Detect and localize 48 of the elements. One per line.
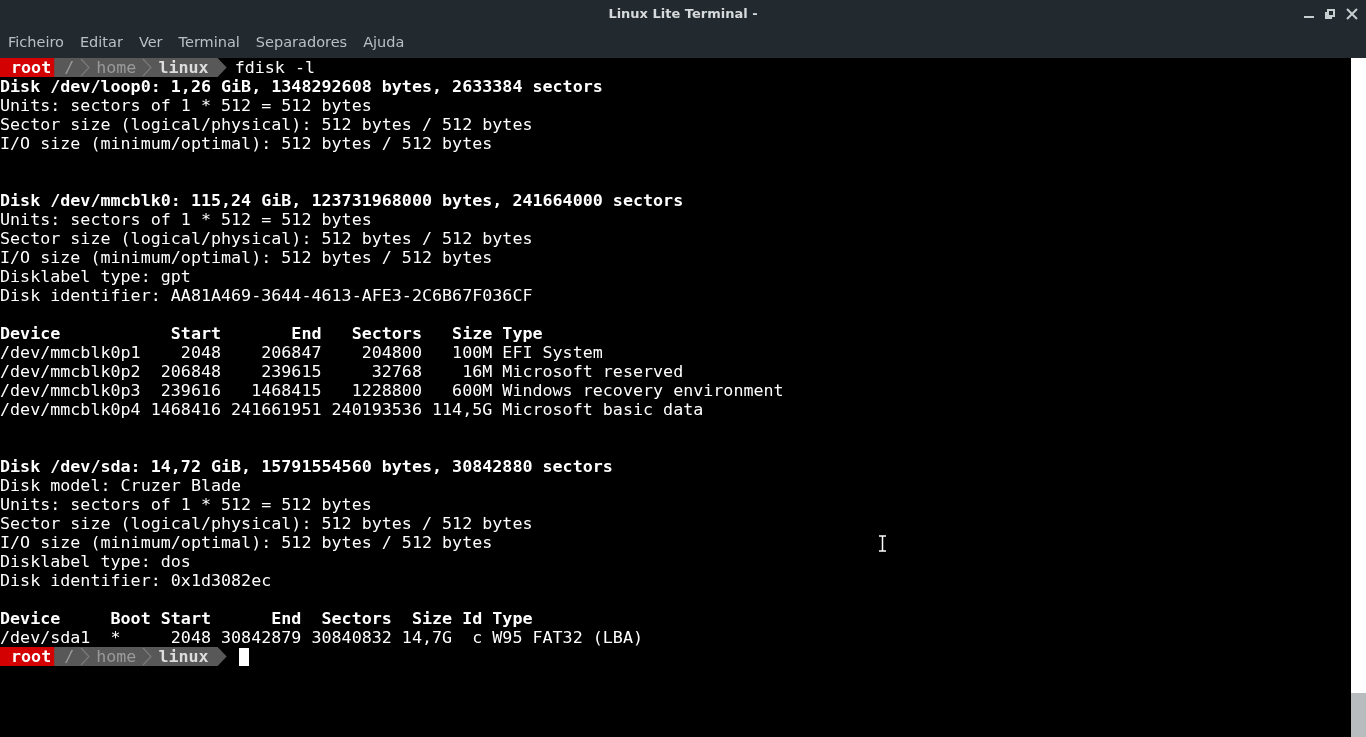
output-line: /dev/mmcblk0p2 206848 239615 32768 16M Microsoft reserved bbox=[0, 361, 684, 381]
scrollbar-thumb[interactable] bbox=[1351, 693, 1366, 737]
output-line: Device Boot Start End Sectors Size Id Type bbox=[0, 608, 533, 628]
output-line: Units: sectors of 1 * 512 = 512 bytes bbox=[0, 209, 372, 229]
output-line: Disk /dev/loop0: 1,26 GiB, 1348292608 bytes, 2633384 sectors bbox=[0, 76, 603, 96]
output-line: Sector size (logical/physical): 512 bytes / 512 bytes bbox=[0, 228, 533, 248]
path-label: home bbox=[96, 647, 137, 666]
output-line: Sector size (logical/physical): 512 bytes / 512 bytes bbox=[0, 513, 533, 533]
output-line: Disklabel type: gpt bbox=[0, 266, 191, 286]
chevron-icon bbox=[80, 58, 91, 77]
path-label: linux bbox=[158, 647, 209, 666]
menu-item[interactable]: Ajuda bbox=[355, 27, 413, 58]
output-line: /dev/mmcblk0p4 1468416 241661951 240193536 114,5G Microsoft basic data bbox=[0, 399, 704, 419]
output-line: /dev/sda1 * 2048 30842879 30840832 14,7G c W95 FAT32 (LBA) bbox=[0, 627, 643, 647]
minimize-icon bbox=[1304, 16, 1314, 18]
text-cursor-icon bbox=[878, 535, 887, 552]
chevron-icon bbox=[80, 647, 91, 666]
path-label: linux bbox=[158, 58, 209, 77]
output-line: /dev/mmcblk0p1 2048 206847 204800 100M EFI System bbox=[0, 342, 603, 362]
menu-item[interactable]: Terminal bbox=[170, 27, 248, 58]
output-line: Disklabel type: dos bbox=[0, 551, 191, 571]
chevron-icon bbox=[142, 647, 153, 666]
output-line: Sector size (logical/physical): 512 bytes / 512 bytes bbox=[0, 114, 533, 134]
output-line: I/O size (minimum/optimal): 512 bytes / 512 bytes bbox=[0, 532, 493, 552]
command-text: fdisk -l bbox=[234, 58, 316, 77]
output-line: /dev/mmcblk0p3 239616 1468415 1228800 600M Windows recovery environment bbox=[0, 380, 784, 400]
output-line: I/O size (minimum/optimal): 512 bytes / 512 bytes bbox=[0, 133, 493, 153]
output-line: Disk model: Cruzer Blade bbox=[0, 475, 242, 495]
output-line: Device Start End Sectors Size Type bbox=[0, 323, 543, 343]
menu-item[interactable]: Ficheiro bbox=[0, 27, 72, 58]
output-line: Disk /dev/sda: 14,72 GiB, 15791554560 bytes, 30842880 sectors bbox=[0, 456, 613, 476]
menu-item[interactable]: Ver bbox=[130, 27, 171, 58]
output-line: Units: sectors of 1 * 512 = 512 bytes bbox=[0, 95, 372, 115]
restore-icon bbox=[1324, 7, 1336, 20]
menu-item[interactable]: Separadores bbox=[247, 27, 356, 58]
path-label: home bbox=[96, 58, 137, 77]
output-line: I/O size (minimum/optimal): 512 bytes / 512 bytes bbox=[0, 247, 493, 267]
chevron-icon bbox=[142, 58, 153, 77]
window-title: Linux Lite Terminal - bbox=[608, 4, 758, 23]
menu-item[interactable]: Editar bbox=[71, 27, 131, 58]
output-line: Disk identifier: 0x1d3082ec bbox=[0, 570, 272, 590]
path-label: / bbox=[64, 647, 75, 666]
output-line: Disk identifier: AA81A469-3644-4613-AFE3-2C6B67F036CF bbox=[0, 285, 533, 305]
scrollbar-track[interactable] bbox=[1351, 58, 1366, 737]
output-line: Units: sectors of 1 * 512 = 512 bytes bbox=[0, 494, 372, 514]
close-icon bbox=[1346, 7, 1358, 20]
path-label: / bbox=[64, 58, 75, 77]
output-line: Disk /dev/mmcblk0: 115,24 GiB, 123731968000 bytes, 241664000 sectors bbox=[0, 190, 684, 210]
